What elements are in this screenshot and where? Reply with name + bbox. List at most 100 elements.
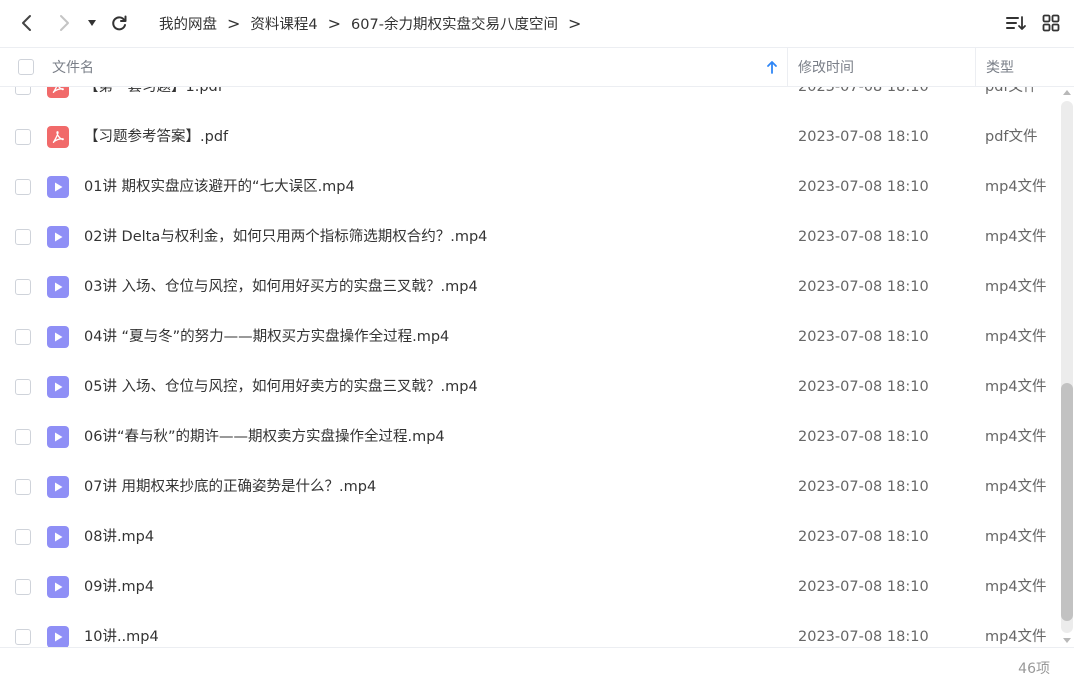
forward-button[interactable] (49, 8, 79, 38)
file-type: mp4文件 (985, 229, 1047, 245)
video-icon (47, 576, 69, 598)
row-checkbox[interactable] (15, 329, 31, 345)
file-name[interactable]: 10讲..mp4 (84, 612, 159, 647)
column-type-header[interactable]: 类型 (986, 48, 1014, 86)
file-type: mp4文件 (985, 629, 1047, 645)
video-icon (47, 176, 69, 198)
file-row[interactable]: 01讲 期权实盘应该避开的“七大误区.mp4 2023-07-08 18:10 mp… (0, 162, 1058, 212)
file-name[interactable]: 【第一套习题】1.pdf (84, 87, 223, 112)
column-divider[interactable] (787, 48, 788, 86)
file-name[interactable]: 07讲 用期权来抄底的正确姿势是什么？.mp4 (84, 462, 376, 512)
column-modified-header[interactable]: 修改时间 (798, 48, 854, 86)
grid-view-button[interactable] (1038, 10, 1064, 36)
file-modified-date: 2023-07-08 18:10 (798, 329, 929, 345)
file-modified-date: 2023-07-08 18:10 (798, 579, 929, 595)
row-checkbox[interactable] (15, 479, 31, 495)
file-row[interactable]: 05讲 入场、仓位与风控，如何用好卖方的实盘三叉戟？.mp4 2023-07-08… (0, 362, 1058, 412)
file-list-rows: 【第一套习题】1.pdf 2023-07-08 18:10 pdf文件 【习题参考答案… (0, 87, 1058, 647)
file-name[interactable]: 01讲 期权实盘应该避开的“七大误区.mp4 (84, 162, 355, 212)
file-modified-date: 2023-07-08 18:10 (798, 429, 929, 445)
file-modified-date: 2023-07-08 18:10 (798, 179, 929, 195)
row-checkbox[interactable] (15, 279, 31, 295)
video-icon (47, 426, 69, 448)
file-modified-date: 2023-07-08 18:10 (798, 529, 929, 545)
history-dropdown-button[interactable] (78, 8, 106, 38)
column-divider[interactable] (975, 48, 976, 86)
column-name-header[interactable]: 文件名 (52, 48, 94, 86)
file-name[interactable]: 08讲.mp4 (84, 512, 154, 562)
row-checkbox[interactable] (15, 129, 31, 145)
file-name[interactable]: 05讲 入场、仓位与风控，如何用好卖方的实盘三叉戟？.mp4 (84, 362, 478, 412)
file-name[interactable]: 09讲.mp4 (84, 562, 154, 612)
video-icon (47, 326, 69, 348)
select-all-checkbox[interactable] (18, 48, 34, 86)
file-row[interactable]: 09讲.mp4 2023-07-08 18:10 mp4文件 (0, 562, 1058, 612)
file-type: mp4文件 (985, 479, 1047, 495)
checkbox[interactable] (18, 59, 34, 75)
sort-button[interactable] (1003, 10, 1029, 36)
video-icon (47, 376, 69, 398)
file-type: mp4文件 (985, 279, 1047, 295)
file-list: 【第一套习题】1.pdf 2023-07-08 18:10 pdf文件 【习题参考答案… (0, 87, 1058, 647)
back-button[interactable] (12, 8, 42, 38)
row-checkbox[interactable] (15, 529, 31, 545)
file-row[interactable]: 【第一套习题】1.pdf 2023-07-08 18:10 pdf文件 (0, 87, 1058, 112)
file-modified-date: 2023-07-08 18:10 (798, 629, 929, 645)
file-name[interactable]: 04讲 “夏与冬”的努力——期权买方实盘操作全过程.mp4 (84, 312, 449, 362)
file-type: pdf文件 (985, 129, 1038, 145)
row-checkbox[interactable] (15, 229, 31, 245)
row-checkbox[interactable] (15, 579, 31, 595)
row-checkbox[interactable] (15, 629, 31, 645)
file-modified-date: 2023-07-08 18:10 (798, 229, 929, 245)
file-row[interactable]: 【习题参考答案】.pdf 2023-07-08 18:10 pdf文件 (0, 112, 1058, 162)
file-row[interactable]: 08讲.mp4 2023-07-08 18:10 mp4文件 (0, 512, 1058, 562)
video-icon (47, 476, 69, 498)
breadcrumb-item[interactable]: 资料课程4 (250, 13, 317, 34)
file-modified-date: 2023-07-08 18:10 (798, 87, 929, 95)
file-row[interactable]: 07讲 用期权来抄底的正确姿势是什么？.mp4 2023-07-08 18:10 m… (0, 462, 1058, 512)
chevron-left-icon (22, 15, 31, 31)
file-type: mp4文件 (985, 579, 1047, 595)
video-icon (47, 226, 69, 248)
breadcrumb: 我的网盘 > 资料课程4 > 607-余力期权实盘交易八度空间 > (159, 12, 591, 34)
pdf-icon (47, 126, 69, 148)
column-header: 文件名 修改时间 类型 (0, 47, 1074, 87)
refresh-button[interactable] (104, 8, 134, 38)
scrollbar-thumb[interactable] (1061, 383, 1073, 621)
vertical-scrollbar[interactable] (1060, 87, 1074, 647)
file-modified-date: 2023-07-08 18:10 (798, 379, 929, 395)
row-checkbox[interactable] (15, 87, 31, 95)
video-icon (47, 526, 69, 548)
row-checkbox[interactable] (15, 429, 31, 445)
file-name[interactable]: 【习题参考答案】.pdf (84, 112, 228, 162)
file-row[interactable]: 10讲..mp4 2023-07-08 18:10 mp4文件 (0, 612, 1058, 647)
item-count: 46项 (1018, 661, 1050, 677)
row-checkbox[interactable] (15, 179, 31, 195)
file-type: mp4文件 (985, 179, 1047, 195)
row-checkbox[interactable] (15, 379, 31, 395)
file-name[interactable]: 03讲 入场、仓位与风控，如何用好买方的实盘三叉戟？.mp4 (84, 262, 478, 312)
scroll-up-arrow-icon[interactable] (1063, 90, 1071, 95)
grid-view-icon (1042, 14, 1060, 32)
file-row[interactable]: 03讲 入场、仓位与风控，如何用好买方的实盘三叉戟？.mp4 2023-07-08… (0, 262, 1058, 312)
file-type: mp4文件 (985, 329, 1047, 345)
breadcrumb-item[interactable]: 607-余力期权实盘交易八度空间 (351, 13, 558, 34)
file-type: pdf文件 (985, 87, 1038, 95)
file-row[interactable]: 02讲 Delta与权利金，如何只用两个指标筛选期权合约？.mp4 2023-07… (0, 212, 1058, 262)
status-bar: 46项 (0, 647, 1074, 683)
breadcrumb-separator: > (567, 13, 582, 33)
sort-up-arrow-icon[interactable] (766, 48, 778, 86)
video-icon (47, 626, 69, 647)
file-type: mp4文件 (985, 379, 1047, 395)
file-name[interactable]: 02讲 Delta与权利金，如何只用两个指标筛选期权合约？.mp4 (84, 212, 487, 262)
scroll-down-arrow-icon[interactable] (1063, 638, 1071, 643)
file-type: mp4文件 (985, 529, 1047, 545)
caret-down-icon (88, 20, 96, 26)
file-name[interactable]: 06讲“春与秋”的期许——期权卖方实盘操作全过程.mp4 (84, 412, 445, 462)
toolbar: 我的网盘 > 资料课程4 > 607-余力期权实盘交易八度空间 > (0, 0, 1074, 46)
breadcrumb-item[interactable]: 我的网盘 (159, 13, 217, 34)
file-row[interactable]: 04讲 “夏与冬”的努力——期权买方实盘操作全过程.mp4 2023-07-08 … (0, 312, 1058, 362)
file-row[interactable]: 06讲“春与秋”的期许——期权卖方实盘操作全过程.mp4 2023-07-08 1… (0, 412, 1058, 462)
sort-list-icon (1006, 16, 1026, 30)
video-icon (47, 276, 69, 298)
